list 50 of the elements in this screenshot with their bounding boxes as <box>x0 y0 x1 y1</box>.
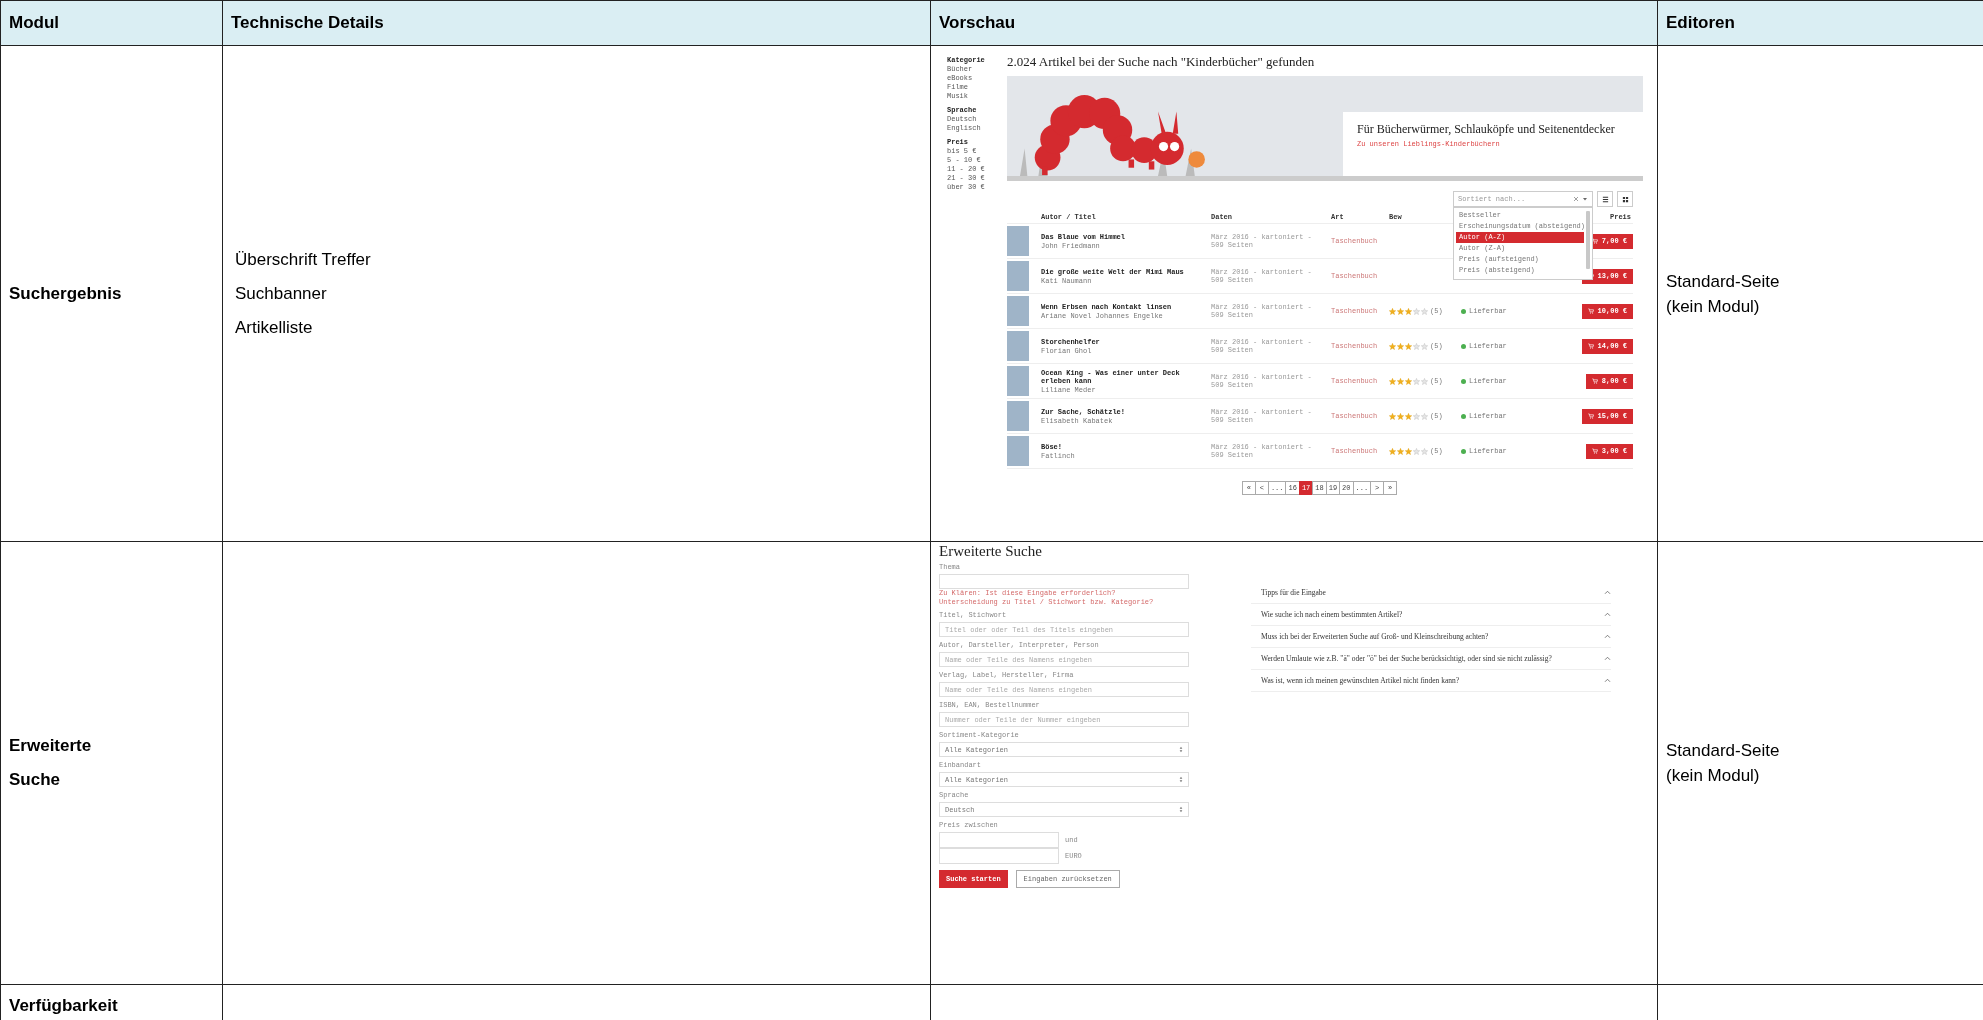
list-view-button[interactable] <box>1597 191 1613 207</box>
cart-icon <box>1587 308 1594 314</box>
cart-icon <box>1591 378 1598 384</box>
chevron-up-icon <box>1604 590 1611 595</box>
module-name: Erweiterte Suche <box>9 735 93 791</box>
module-name: Suchergebnis <box>9 282 123 305</box>
updown-icon <box>1179 776 1183 783</box>
chevron-up-icon <box>1604 612 1611 617</box>
book-cover-placeholder <box>1007 226 1029 256</box>
list-icon <box>1601 195 1609 203</box>
banner-title: Für Bücherwürmer, Schlauköpfe und Seitenentdecker <box>1357 122 1616 137</box>
book-cover-placeholder <box>1007 436 1029 466</box>
input-field[interactable] <box>939 848 1059 864</box>
detail-text: Suchbanner <box>235 282 327 305</box>
scrollbar[interactable] <box>1586 211 1590 269</box>
book-cover-placeholder <box>1007 401 1029 431</box>
chevron-up-icon <box>1604 678 1611 683</box>
input-field[interactable] <box>939 832 1059 848</box>
grid-view-button[interactable] <box>1617 191 1633 207</box>
page-title: Erweiterte Suche <box>939 543 1043 560</box>
updown-icon <box>1179 746 1183 753</box>
caret-icon <box>1582 196 1588 202</box>
results-heading: 2.024 Artikel bei der Suche nach "Kinderbücher" gefunden <box>1007 54 1315 70</box>
availability-dot <box>1461 308 1466 314</box>
chevron-up-icon <box>1604 656 1611 661</box>
column-header: Modul <box>0 0 223 46</box>
input-field[interactable] <box>939 574 1189 589</box>
detail-text: Überschrift Treffer <box>235 248 371 271</box>
column-header: Technische Details <box>222 0 931 46</box>
editor-text: Standard-Seite (kein Modul) <box>1666 740 1780 787</box>
detail-text: Artikelliste <box>235 316 313 339</box>
book-cover-placeholder <box>1007 261 1029 291</box>
grid-icon <box>1621 195 1629 203</box>
availability-dot <box>1461 448 1466 454</box>
column-header: Vorschau <box>930 0 1658 46</box>
cart-icon <box>1587 413 1594 419</box>
availability-dot <box>1461 378 1466 384</box>
clear-icon[interactable] <box>1573 196 1579 202</box>
cart-icon <box>1591 448 1598 454</box>
module-name: Verfügbarkeit <box>9 994 119 1017</box>
column-header: Editoren <box>1657 0 1983 46</box>
availability-dot <box>1461 413 1466 419</box>
chevron-up-icon <box>1604 634 1611 639</box>
cart-icon <box>1587 343 1594 349</box>
book-cover-placeholder <box>1007 366 1029 396</box>
editor-text: Standard-Seite (kein Modul) <box>1666 270 1780 318</box>
availability-dot <box>1461 343 1466 349</box>
book-cover-placeholder <box>1007 296 1029 326</box>
book-cover-placeholder <box>1007 331 1029 361</box>
updown-icon <box>1179 806 1183 813</box>
